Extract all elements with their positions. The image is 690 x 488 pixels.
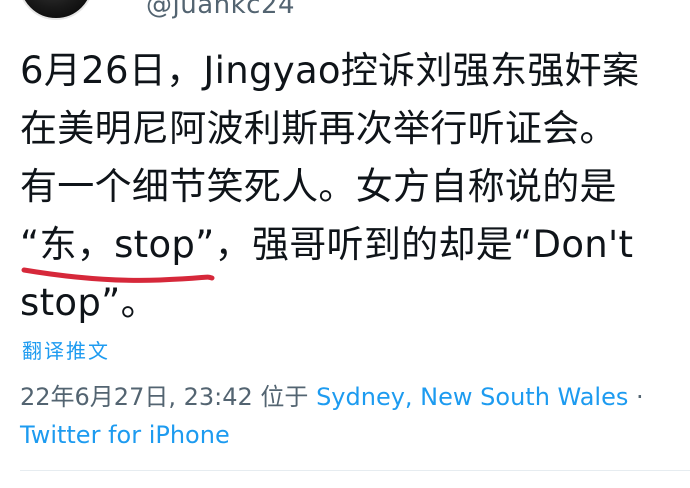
divider: [20, 470, 690, 471]
tweet-line-5: stop”。: [20, 281, 158, 324]
tweet-line-1: 6月26日，Jingyao控诉刘强东强奸案: [20, 49, 640, 92]
tweet-header: @juankc24: [0, 0, 690, 24]
metadata-row-1: 22年6月27日, 23:42 位于 Sydney, New South Wal…: [20, 378, 680, 416]
tweet-line-2: 在美明尼阿波利斯再次举行听证会。: [20, 107, 617, 150]
tweet-line-4: “东，stop” ，强哥听到的却是“Don't: [20, 216, 675, 283]
avatar[interactable]: [18, 0, 94, 20]
meta-separator: ·: [636, 383, 644, 411]
tweet-metadata: 22年6月27日, 23:42 位于 Sydney, New South Wal…: [20, 378, 680, 454]
user-handle[interactable]: @juankc24: [146, 0, 295, 20]
tweet-datetime[interactable]: 22年6月27日, 23:42: [20, 383, 253, 411]
location-link[interactable]: Sydney, New South Wales: [316, 383, 628, 411]
tweet-text: 6月26日，Jingyao控诉刘强东强奸案 在美明尼阿波利斯再次举行听证会。 有…: [20, 42, 675, 332]
translate-tweet-link[interactable]: 翻译推文: [22, 335, 110, 364]
underlined-quote: “东，stop”: [20, 216, 215, 283]
metadata-row-2: Twitter for iPhone: [20, 416, 680, 454]
tweet-line-4-rest: ，强哥听到的却是“Don't: [214, 223, 634, 266]
tweet-line-3: 有一个细节笑死人。女方自称说的是: [20, 165, 617, 208]
quote-text: “东，stop”: [20, 223, 215, 266]
source-link[interactable]: Twitter for iPhone: [20, 421, 230, 449]
location-prefix: 位于: [260, 383, 309, 411]
